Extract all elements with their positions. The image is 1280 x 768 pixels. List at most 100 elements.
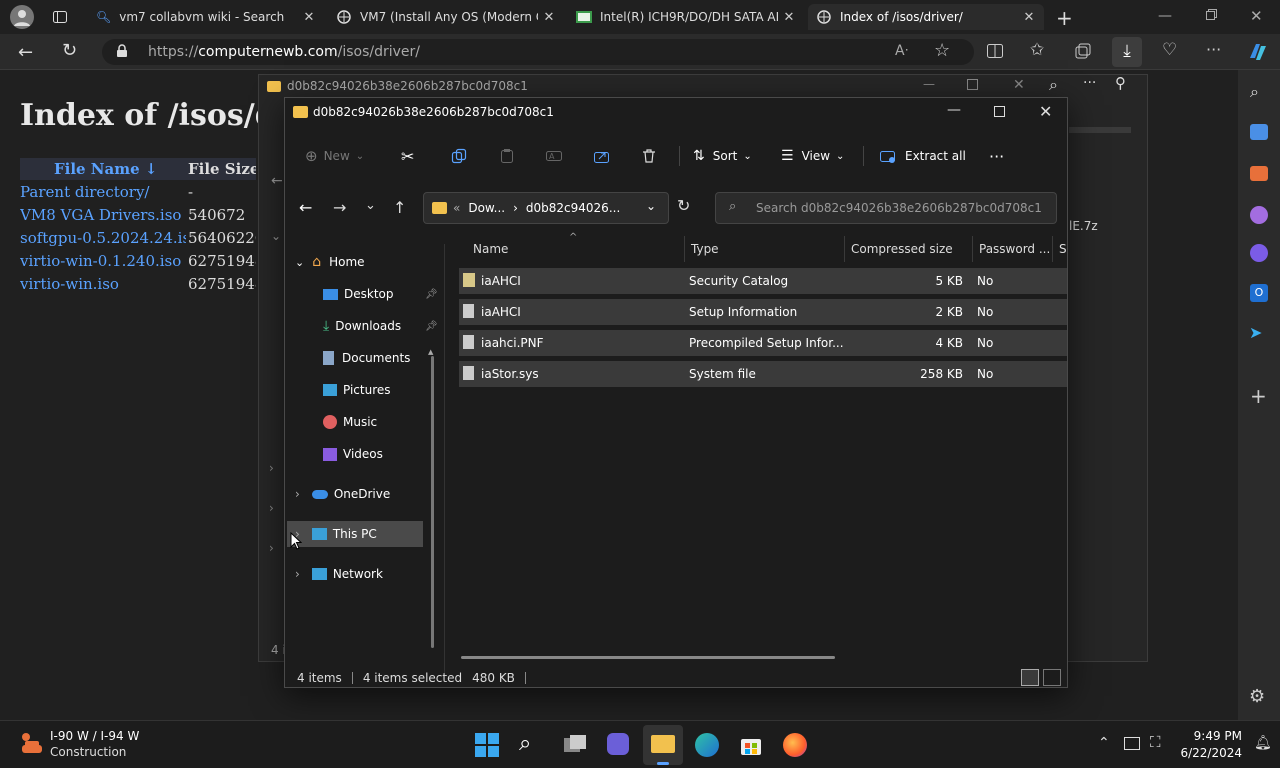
nav-onedrive[interactable]: › OneDrive [285,481,425,507]
pin-icon[interactable]: 📌︎ [425,289,438,300]
tab-vm7[interactable]: VM7 (Install Any OS (Modern OS ✕ [328,4,564,30]
file-link[interactable]: virtio-win-0.1.240.iso [20,252,186,270]
pin-icon[interactable]: 📌︎ [425,321,438,332]
details-view-icon[interactable] [1021,669,1039,686]
weather-line2[interactable]: Construction [50,745,126,759]
scroll-up-icon[interactable]: ▲ [428,348,433,356]
bg-chevron-icon[interactable]: ⌄ [271,229,281,243]
bg-expand-icon[interactable]: › [269,541,274,555]
col-file-size[interactable]: File Size [186,160,256,178]
file-row[interactable]: iaahci.PNF Precompiled Setup Infor... 4 … [459,330,1067,356]
close-button[interactable]: ✕ [1013,77,1025,93]
horizontal-scrollbar[interactable] [461,656,835,659]
minimize-button[interactable]: — [923,77,935,91]
tiles-view-icon[interactable] [1043,669,1061,686]
close-tab-icon[interactable]: ✕ [302,10,316,25]
sidebar-settings-icon[interactable]: ⚙ [1249,686,1265,707]
minimize-button[interactable]: — [1158,8,1172,24]
microsoft-store-icon[interactable] [739,733,763,757]
display-icon[interactable] [1124,737,1140,750]
bg-back-icon[interactable]: ← [271,173,283,189]
clock-date[interactable]: 6/22/2024 [1176,746,1242,760]
tray-chevron-icon[interactable]: ⌃ [1098,735,1110,751]
pin-icon[interactable]: ⚲ [1115,74,1126,92]
nav-music[interactable]: Music [285,409,425,435]
close-tab-icon[interactable]: ✕ [542,10,556,25]
back-icon[interactable]: ← [299,198,312,217]
network-tray-icon[interactable]: ⛶ [1150,733,1161,751]
minimize-button[interactable]: — [947,102,961,118]
nav-scrollbar[interactable] [431,356,434,648]
tab-search[interactable]: 🔍︎ vm7 collabvm wiki - Search ✕ [88,4,324,30]
file-link[interactable]: virtio-win.iso [20,275,186,293]
close-button[interactable]: ✕ [1250,7,1263,25]
share-icon[interactable] [593,136,611,176]
recent-chevron-icon[interactable]: ⌄ [365,198,376,213]
games-icon[interactable] [1250,206,1268,224]
chevron-down-icon[interactable]: ⌄ [295,256,304,269]
file-link[interactable]: VM8 VGA Drivers.iso [20,206,186,224]
chevron-right-icon[interactable]: › [295,487,300,501]
profile-avatar[interactable] [10,5,34,29]
paste-icon[interactable] [499,136,515,176]
col-type[interactable]: Type [685,236,845,262]
nav-downloads[interactable]: ⤓ Downloads 📌︎ [285,313,438,339]
tools-briefcase-icon[interactable] [1250,166,1268,181]
forward-icon[interactable]: → [333,198,346,217]
collections-icon[interactable] [1074,42,1092,60]
copy-icon[interactable] [451,136,467,176]
add-sidebar-icon[interactable]: + [1250,384,1267,408]
downloads-icon[interactable]: ⤓ [1112,37,1142,67]
bg-search-icon[interactable]: ⌕ [1049,75,1058,95]
browser-essentials-icon[interactable]: ♡ [1162,40,1177,60]
maximize-button[interactable] [967,79,978,90]
extract-all-button[interactable]: Extract all [879,136,966,176]
view-button[interactable]: ☰ View ⌄ [781,136,844,176]
telegram-send-icon[interactable]: ➤ [1249,323,1262,342]
refresh-icon[interactable]: ↻ [62,40,77,61]
more-options-button[interactable]: ··· [989,136,1004,176]
nav-home[interactable]: ⌄ ⌂ Home [285,249,425,275]
search-input[interactable]: Search d0b82c94026b38e2606b287bc0d708c1 [715,192,1057,224]
clock-time[interactable]: 9:49 PM [1186,729,1242,743]
tab-index-isos[interactable]: Index of /isos/driver/ ✕ [808,4,1044,30]
refresh-icon[interactable]: ↻ [677,196,690,215]
windows-start-icon[interactable] [475,733,499,757]
tab-actions-icon[interactable] [52,9,68,25]
file-row[interactable]: iaAHCI Security Catalog 5 KB No [459,268,1067,294]
delete-icon[interactable] [641,136,657,176]
bg-expand-icon[interactable]: › [269,461,274,475]
rename-icon[interactable]: A [545,136,563,176]
nav-documents[interactable]: Documents [285,345,425,371]
search-icon[interactable]: ⌕ [519,731,531,756]
col-name[interactable]: Name [459,236,685,262]
close-button[interactable]: ✕ [1039,102,1052,121]
nav-this-pc[interactable]: › This PC [287,521,423,547]
file-link[interactable]: softgpu-0.5.2024.24.iso [20,229,186,247]
bg-expand-icon[interactable]: › [269,501,274,515]
nav-network[interactable]: › Network [285,561,425,587]
col-compressed-size[interactable]: Compressed size [845,236,973,262]
search-icon[interactable]: ⌕ [1250,82,1259,102]
url-field[interactable]: https://computernewb.com/isos/driver/ [102,39,974,65]
col-password[interactable]: Password ... [973,236,1053,262]
task-view-icon[interactable] [563,734,587,756]
edge-browser-icon[interactable] [695,733,719,757]
col-file-name[interactable]: File Name ↓ [20,160,186,178]
sort-button[interactable]: ⇅ Sort ⌄ [693,136,752,176]
new-button[interactable]: ⊕ New ⌄ [305,136,364,176]
chevron-down-icon[interactable]: ⌄ [646,199,656,213]
copilot-sidebar-icon[interactable] [1250,244,1268,262]
tab-intel-driver[interactable]: Intel(R) ICH9R/DO/DH SATA AHCI ✕ [568,4,804,30]
file-row[interactable]: iaStor.sys System file 258 KB No [459,361,1067,387]
settings-more-icon[interactable]: ··· [1206,40,1221,59]
chevron-right-icon[interactable]: › [295,567,300,581]
split-screen-icon[interactable] [986,43,1004,59]
close-tab-icon[interactable]: ✕ [782,10,796,25]
weather-line1[interactable]: I-90 W / I-94 W [50,729,139,743]
file-link[interactable]: Parent directory/ [20,183,186,201]
bg-more-icon[interactable]: ··· [1083,75,1096,91]
breadcrumb[interactable]: « Dow... › d0b82c94026... ⌄ [423,192,669,224]
up-icon[interactable]: ↑ [393,198,406,217]
maximize-button[interactable] [994,106,1005,117]
